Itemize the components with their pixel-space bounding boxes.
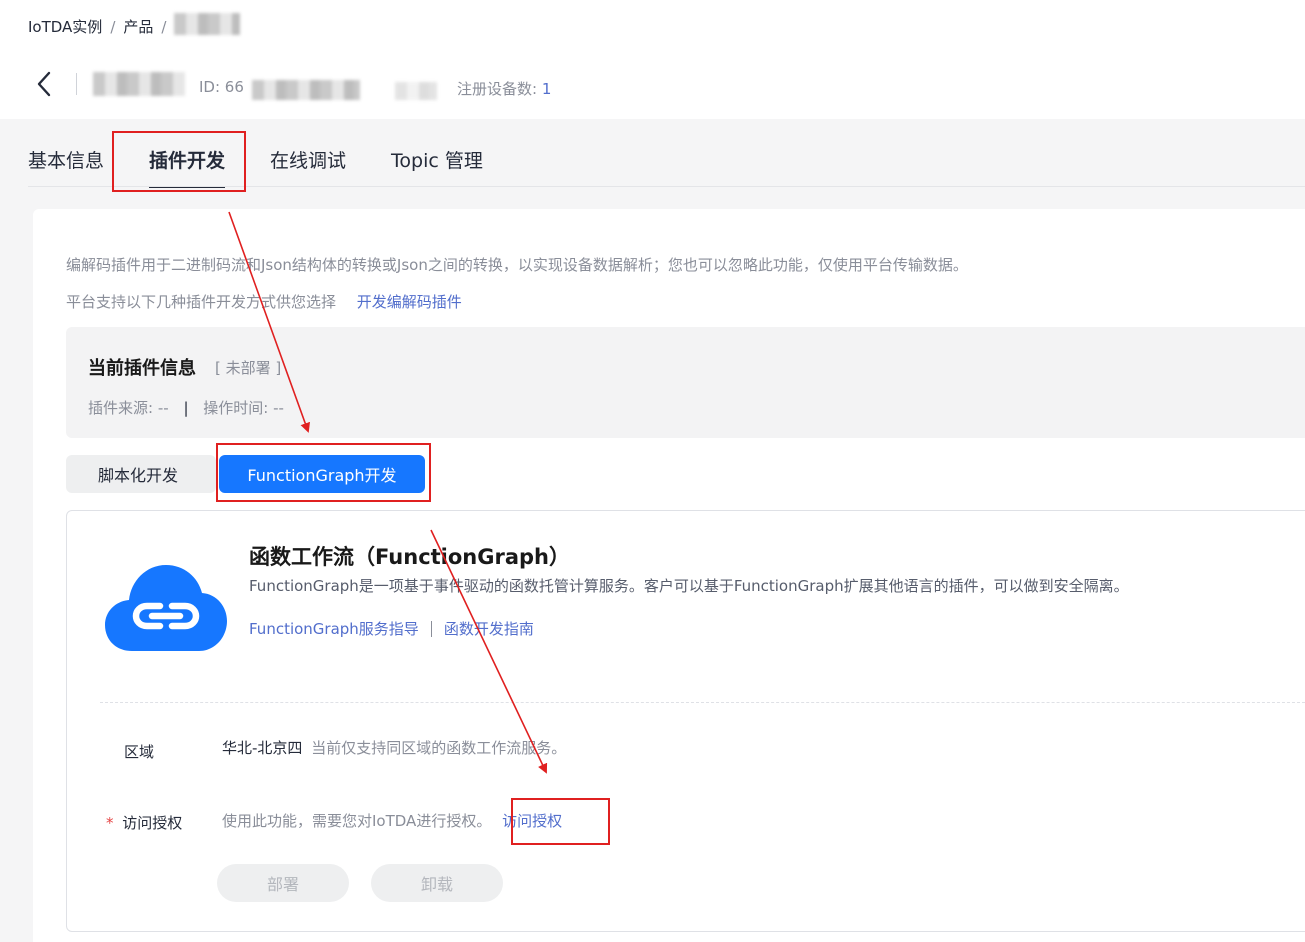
cloud-link-icon [105, 565, 227, 651]
redacted-id [252, 80, 360, 100]
tab-bar: 基本信息 插件开发 在线调试 Topic 管理 [28, 146, 528, 188]
segment-script-dev[interactable]: 脚本化开发 [66, 455, 216, 493]
back-arrow-icon[interactable] [34, 70, 56, 98]
functiongraph-links: FunctionGraph服务指导 函数开发指南 [249, 618, 534, 639]
functiongraph-guide-link[interactable]: FunctionGraph服务指导 [249, 618, 419, 639]
auth-label: 访问授权 [122, 814, 183, 832]
redacted-product-title [93, 72, 185, 96]
dev-codec-plugin-link[interactable]: 开发编解码插件 [357, 293, 462, 311]
registered-devices-label: 注册设备数: [457, 80, 538, 98]
annotation-box-plugin-tab [112, 131, 246, 192]
plugin-operation-time: 操作时间: -- [203, 399, 284, 417]
tab-basic-info[interactable]: 基本信息 [28, 146, 104, 185]
annotation-box-functiongraph [216, 443, 431, 502]
product-id: ID: 66 [199, 78, 244, 96]
plugin-status-badge: [ 未部署 ] [215, 359, 282, 377]
tab-topic-management[interactable]: Topic 管理 [391, 146, 483, 185]
plugin-info-box [66, 327, 1305, 438]
tab-online-debug[interactable]: 在线调试 [270, 146, 346, 185]
required-marker: * [106, 814, 114, 832]
plugin-info-meta: 插件来源: -- | 操作时间: -- [88, 397, 284, 418]
breadcrumb-separator: / [110, 17, 116, 36]
breadcrumb-product[interactable]: 产品 [123, 16, 153, 37]
annotation-box-auth-link [511, 798, 610, 845]
links-divider [430, 620, 432, 637]
breadcrumb-separator: / [161, 17, 167, 36]
plugin-source: 插件来源: -- [88, 399, 169, 417]
intro-text: 编解码插件用于二进制码流和Json结构体的转换或Json之间的转换，以实现设备数… [66, 256, 968, 274]
functiongraph-title: 函数工作流（FunctionGraph） [249, 545, 571, 569]
intro-options: 平台支持以下几种插件开发方式供您选择 开发编解码插件 [66, 291, 462, 312]
function-dev-guide-link[interactable]: 函数开发指南 [444, 618, 534, 639]
redacted-field [395, 82, 437, 100]
region-value-row: 华北-北京四 当前仅支持同区域的函数工作流服务。 [222, 737, 566, 758]
meta-divider: | [183, 399, 189, 417]
functiongraph-description: FunctionGraph是一项基于事件驱动的函数托管计算服务。客户可以基于Fu… [249, 577, 1129, 595]
dashed-divider [100, 702, 1305, 703]
auth-text: 使用此功能，需要您对IoTDA进行授权。 [222, 812, 492, 830]
redacted-product-name [174, 12, 241, 35]
deploy-button[interactable]: 部署 [217, 864, 349, 902]
auth-label-row: * 访问授权 [106, 812, 182, 833]
region-label: 区域 [124, 743, 155, 761]
plugin-info-title: 当前插件信息 [88, 358, 196, 379]
region-value: 华北-北京四 [222, 739, 303, 757]
registered-devices-count[interactable]: 1 [542, 80, 552, 98]
breadcrumb-instance[interactable]: IoTDA实例 [28, 16, 102, 37]
breadcrumb: IoTDA实例 / 产品 / [28, 12, 241, 37]
intro-options-text: 平台支持以下几种插件开发方式供您选择 [66, 293, 337, 311]
header-divider [76, 73, 77, 95]
registered-devices: 注册设备数: 1 [457, 78, 551, 99]
region-note: 当前仅支持同区域的函数工作流服务。 [311, 739, 567, 757]
uninstall-button[interactable]: 卸载 [371, 864, 503, 902]
